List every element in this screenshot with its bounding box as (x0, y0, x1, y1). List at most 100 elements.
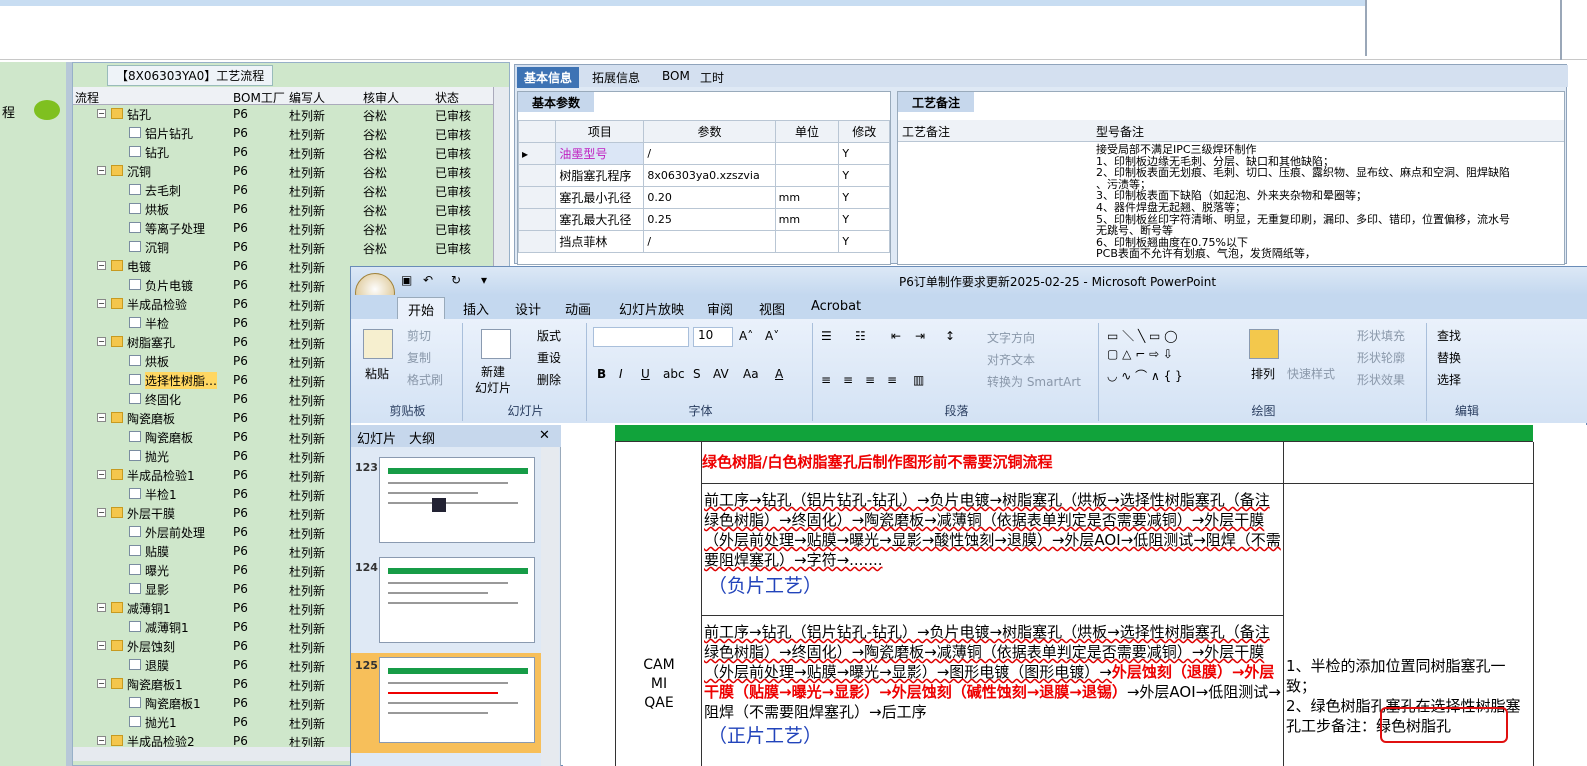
tab-insert[interactable]: 插入 (463, 299, 489, 318)
param-row[interactable]: ▸ 油墨型号 / Y (517, 142, 890, 165)
strikethrough-icon[interactable]: abc (663, 367, 685, 381)
shrink-font-icon[interactable]: A˅ (765, 329, 779, 343)
param-unit[interactable]: mm (774, 208, 840, 231)
char-spacing-icon[interactable]: AV (713, 367, 729, 381)
param-row[interactable]: 树脂塞孔程序 8x06303ya0.xzszvia Y (517, 164, 890, 187)
param-edit[interactable]: Y (838, 230, 890, 253)
param-row[interactable]: 挡点菲林 / Y (517, 230, 890, 253)
param-edit[interactable]: Y (838, 208, 890, 231)
find-button[interactable]: 查找 (1437, 327, 1461, 344)
param-unit[interactable]: mm (774, 186, 840, 209)
tree-row[interactable]: 等离子处理 P6 杜列新 谷松 已审核 (73, 218, 493, 237)
param-unit[interactable] (774, 142, 840, 165)
font-size-field[interactable]: 10 (693, 327, 733, 347)
delete-button[interactable]: 删除 (537, 371, 561, 388)
tab-bom[interactable]: BOM (655, 67, 697, 85)
model-remark-text[interactable]: 接受局部不满足IPC三级焊环制作 1、印制板边缘无毛刺、分层、缺口和其他缺陷； … (1096, 144, 1546, 260)
arrange-button[interactable]: 排列 (1251, 365, 1275, 382)
tree-row[interactable]: 去毛刺 P6 杜列新 谷松 已审核 (73, 180, 493, 199)
line-spacing-icon[interactable]: ↕ (945, 329, 955, 343)
tab-basic-info[interactable]: 基本信息 (517, 67, 580, 88)
expand-toggle-icon[interactable]: − (97, 109, 106, 118)
expand-toggle-icon[interactable]: − (97, 603, 106, 612)
row-selector[interactable] (517, 164, 557, 187)
slide-thumbnail-selected[interactable] (379, 657, 535, 743)
param-value[interactable]: 8x06303ya0.xzszvia (643, 164, 776, 187)
grow-font-icon[interactable]: A˄ (739, 329, 753, 343)
align-text-button[interactable]: 对齐文本 (987, 351, 1035, 368)
param-col-value[interactable]: 参数 (643, 120, 776, 143)
change-case-icon[interactable]: Aa (743, 367, 759, 381)
header-flow[interactable]: 流程 (75, 89, 99, 106)
customize-icon[interactable]: ▾ (481, 273, 487, 287)
row-selector[interactable] (517, 208, 557, 231)
param-item[interactable]: 塞孔最小孔径 (555, 186, 645, 209)
param-item[interactable]: 塞孔最大孔径 (555, 208, 645, 231)
expand-toggle-icon[interactable]: − (97, 166, 106, 175)
expand-toggle-icon[interactable]: − (97, 641, 106, 650)
tab-animation[interactable]: 动画 (565, 299, 591, 318)
header-bom[interactable]: BOM工厂 (233, 89, 285, 106)
tab-home[interactable]: 开始 (397, 297, 446, 321)
header-author[interactable]: 编写人 (289, 89, 325, 106)
tab-acrobat[interactable]: Acrobat (811, 299, 861, 314)
header-status[interactable]: 状态 (435, 89, 459, 106)
tree-row[interactable]: 钻孔 P6 杜列新 谷松 已审核 (73, 142, 493, 161)
tab-extended-info[interactable]: 拓展信息 (585, 67, 647, 88)
underline-icon[interactable]: U (641, 367, 650, 381)
paste-button[interactable]: 粘贴 (365, 365, 389, 382)
param-col-edit[interactable]: 修改 (838, 120, 890, 143)
new-slide-icon[interactable] (481, 329, 511, 359)
bullets-icon[interactable]: ☰ (821, 329, 832, 343)
close-pane-icon[interactable]: ✕ (539, 428, 550, 443)
shape-fill-button[interactable]: 形状填充 (1357, 327, 1405, 344)
header-reviewer[interactable]: 核审人 (363, 89, 399, 106)
param-item[interactable]: 挡点菲林 (555, 230, 645, 253)
expand-toggle-icon[interactable]: − (97, 261, 106, 270)
slides-scrollbar[interactable] (541, 447, 559, 766)
align-center-icon[interactable]: ≡ (843, 373, 853, 387)
expand-toggle-icon[interactable]: − (97, 736, 106, 745)
align-left-icon[interactable]: ≡ (821, 373, 831, 387)
increase-indent-icon[interactable]: ⇥ (915, 329, 925, 343)
slide-thumbnail[interactable] (379, 557, 535, 643)
shape-effect-button[interactable]: 形状效果 (1357, 371, 1405, 388)
reset-button[interactable]: 重设 (537, 349, 561, 366)
expand-toggle-icon[interactable]: − (97, 470, 106, 479)
param-edit[interactable]: Y (838, 164, 890, 187)
param-value[interactable]: 0.25 (643, 208, 776, 231)
tab-work-hours[interactable]: 工时 (693, 67, 731, 88)
param-col-item[interactable]: 项目 (555, 120, 645, 143)
justify-icon[interactable]: ≡ (887, 373, 897, 387)
row-selector[interactable]: ▸ (517, 142, 557, 165)
param-unit[interactable] (774, 164, 840, 187)
shapes-gallery-row3-icon[interactable]: ◡ ∿ ⌒ ∧ { } (1107, 367, 1183, 384)
expand-toggle-icon[interactable]: − (97, 508, 106, 517)
columns-icon[interactable]: ▥ (913, 373, 924, 387)
tree-row[interactable]: − 钻孔 P6 杜列新 谷松 已审核 (73, 107, 493, 123)
undo-icon[interactable]: ↶ (423, 273, 433, 287)
slide-thumbnail[interactable] (379, 457, 535, 543)
param-col-unit[interactable]: 单位 (774, 120, 840, 143)
expand-toggle-icon[interactable]: − (97, 337, 106, 346)
param-item[interactable]: 油墨型号 (555, 142, 645, 165)
chat-bubble-icon[interactable] (34, 100, 60, 120)
shapes-gallery-icon[interactable]: ▭ ＼ ╲ ▭ ◯ (1107, 327, 1178, 344)
param-row[interactable]: 塞孔最大孔径 0.25 mm Y (517, 208, 890, 231)
layout-button[interactable]: 版式 (537, 327, 561, 344)
cut-button[interactable]: 剪切 (407, 327, 431, 344)
shapes-gallery-row2-icon[interactable]: ▢ △ ⌐ ⇨ ⇩ (1107, 347, 1173, 361)
param-value[interactable]: 0.20 (643, 186, 776, 209)
row-selector[interactable] (517, 230, 557, 253)
tab-slideshow[interactable]: 幻灯片放映 (619, 299, 684, 318)
param-edit[interactable]: Y (838, 142, 890, 165)
tab-outline[interactable]: 大纲 (409, 428, 435, 447)
bold-icon[interactable]: B (597, 367, 606, 381)
convert-smartart-button[interactable]: 转换为 SmartArt (987, 373, 1081, 390)
numbering-icon[interactable]: ☷ (855, 329, 866, 343)
shadow-icon[interactable]: S (693, 367, 701, 381)
tree-row[interactable]: 沉铜 P6 杜列新 谷松 已审核 (73, 237, 493, 256)
param-unit[interactable] (774, 230, 840, 253)
param-item[interactable]: 树脂塞孔程序 (555, 164, 645, 187)
expand-toggle-icon[interactable]: − (97, 299, 106, 308)
